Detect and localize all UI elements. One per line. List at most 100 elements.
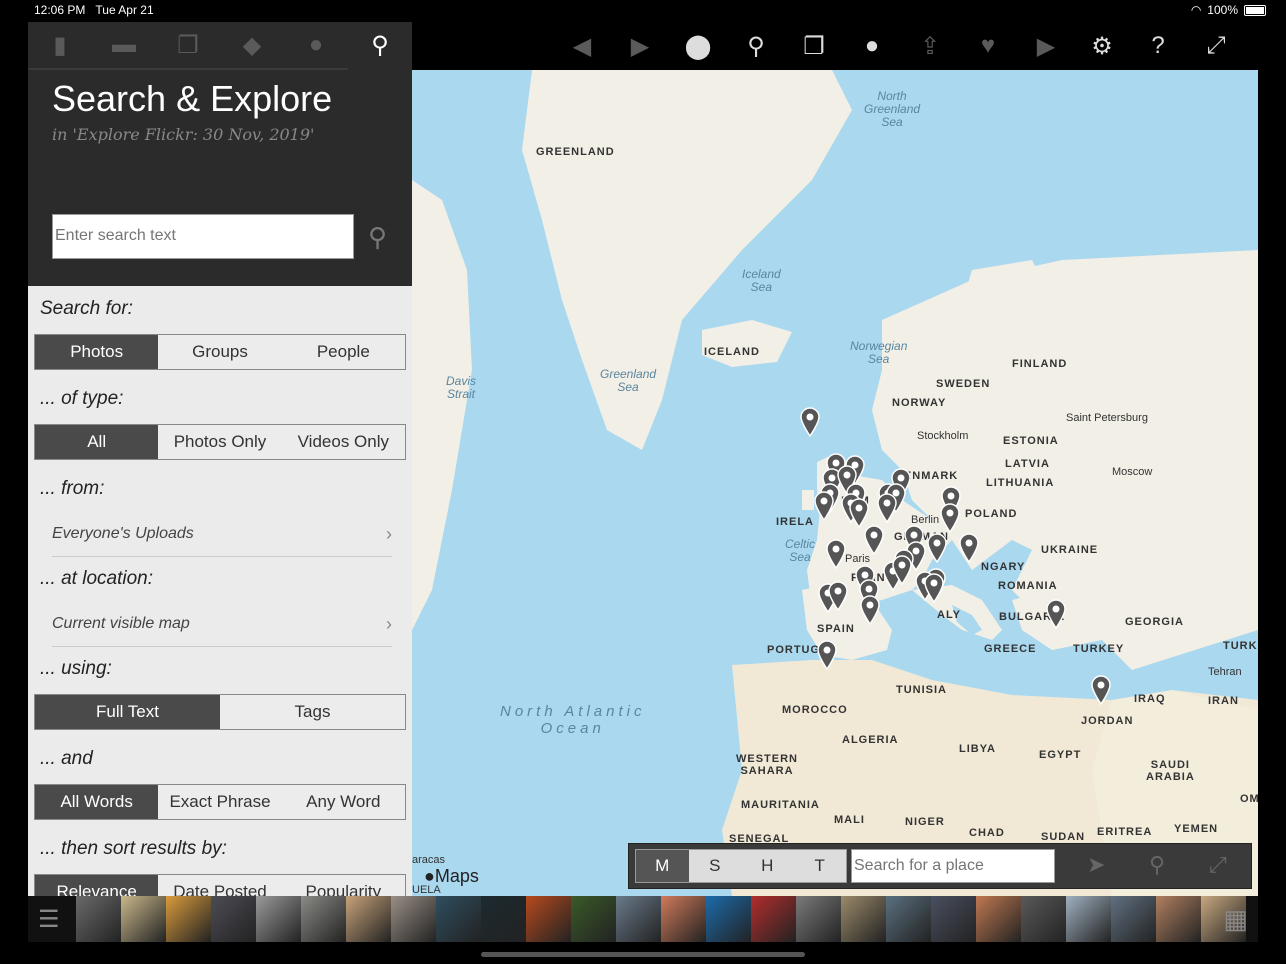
- map-label-tunisia: TUNISIA: [896, 684, 947, 696]
- photo-thumbnail[interactable]: [1021, 896, 1066, 942]
- apple-maps-attribution: ●Maps: [424, 866, 479, 886]
- location-arrow-icon[interactable]: ➤: [1087, 852, 1105, 878]
- type-segment: All Photos Only Videos Only: [34, 424, 406, 460]
- map-pin-icon[interactable]: [828, 581, 848, 611]
- search-submit-icon[interactable]: ⚲: [368, 222, 387, 253]
- sets-icon[interactable]: ❐: [156, 22, 220, 70]
- stats-icon[interactable]: ▮: [28, 22, 92, 70]
- photo-thumbnail[interactable]: [1111, 896, 1156, 942]
- person-icon[interactable]: ●: [284, 22, 348, 70]
- photo-thumbnail[interactable]: [796, 896, 841, 942]
- map-pin-icon[interactable]: [826, 539, 846, 569]
- photo-thumbnail[interactable]: [751, 896, 796, 942]
- sort-segment: Relevance Date Posted Popularity: [34, 874, 406, 896]
- segment-popularity[interactable]: Popularity: [282, 875, 405, 896]
- map-pin-icon[interactable]: [800, 407, 820, 437]
- photo-thumbnail[interactable]: [121, 896, 166, 942]
- map-pin-icon[interactable]: [877, 493, 897, 523]
- segment-videos-only[interactable]: Videos Only: [282, 425, 405, 459]
- map-pin-icon[interactable]: [849, 498, 869, 528]
- photo-thumbnail[interactable]: [661, 896, 706, 942]
- grid-icon[interactable]: ▦: [1223, 904, 1248, 935]
- search-icon[interactable]: ⚲: [348, 22, 412, 68]
- segment-all[interactable]: All: [35, 425, 159, 459]
- map-pin-icon[interactable]: [860, 595, 880, 625]
- map-type-hybrid[interactable]: H: [741, 850, 794, 882]
- photo-thumbnail[interactable]: [931, 896, 976, 942]
- heart-icon[interactable]: ♥: [972, 32, 1004, 60]
- status-bar: 12:06 PM Tue Apr 21 ◠ 100%: [0, 0, 1286, 22]
- photo-thumbnail[interactable]: [211, 896, 256, 942]
- help-icon[interactable]: ?: [1142, 32, 1174, 60]
- segment-groups[interactable]: Groups: [158, 335, 281, 369]
- map-pin-icon[interactable]: [1091, 675, 1111, 705]
- segment-date-posted[interactable]: Date Posted: [158, 875, 281, 896]
- photo-thumbnail[interactable]: [616, 896, 661, 942]
- segment-any-word[interactable]: Any Word: [282, 785, 405, 819]
- segment-tags[interactable]: Tags: [220, 695, 405, 729]
- segment-full-text[interactable]: Full Text: [35, 695, 220, 729]
- photo-thumbnail[interactable]: [436, 896, 481, 942]
- segment-photos[interactable]: Photos: [35, 335, 159, 369]
- search-input[interactable]: [53, 215, 347, 257]
- segment-relevance[interactable]: Relevance: [35, 875, 159, 896]
- map-type-standard[interactable]: M: [636, 850, 689, 882]
- map-expand-icon[interactable]: ⤢: [1209, 852, 1227, 878]
- map-label-sweden: SWEDEN: [936, 378, 991, 390]
- photo-thumbnail[interactable]: [166, 896, 211, 942]
- map-pin-icon[interactable]: [817, 640, 837, 670]
- photo-thumbnail[interactable]: [841, 896, 886, 942]
- photo-thumbnail[interactable]: [526, 896, 571, 942]
- photo-thumbnail[interactable]: [346, 896, 391, 942]
- location-row[interactable]: Current visible map ›: [52, 602, 392, 647]
- map-type-terrain[interactable]: T: [794, 850, 847, 882]
- from-row[interactable]: Everyone's Uploads ›: [52, 512, 392, 557]
- photo-thumbnail[interactable]: [391, 896, 436, 942]
- photo-thumbnail[interactable]: [1156, 896, 1201, 942]
- segment-people[interactable]: People: [282, 335, 405, 369]
- fullscreen-icon[interactable]: ⤢: [1200, 32, 1232, 60]
- photo-thumbnail[interactable]: [571, 896, 616, 942]
- map-type-satellite[interactable]: S: [689, 850, 742, 882]
- photo-thumbnail[interactable]: [976, 896, 1021, 942]
- map-pin-icon[interactable]: [1046, 599, 1066, 629]
- photo-thumbnail[interactable]: [301, 896, 346, 942]
- photo-thumbnail[interactable]: [481, 896, 526, 942]
- map-pin-icon[interactable]: [927, 533, 947, 563]
- photo-thumbnail[interactable]: [886, 896, 931, 942]
- segment-exact-phrase[interactable]: Exact Phrase: [158, 785, 281, 819]
- map-pin-icon[interactable]: [959, 533, 979, 563]
- sea-label-greenland-sea: Greenland Sea: [600, 367, 657, 394]
- menu-icon[interactable]: ☰: [38, 905, 60, 934]
- segment-photos-only[interactable]: Photos Only: [158, 425, 281, 459]
- map-pin-icon[interactable]: ⬤: [682, 32, 714, 61]
- back-arrow-icon[interactable]: ◀: [566, 32, 598, 61]
- map-label-norway: NORWAY: [892, 397, 947, 409]
- photo-thumbnail[interactable]: [706, 896, 751, 942]
- photo-thumbnail[interactable]: [76, 896, 121, 942]
- map-pin-icon[interactable]: [892, 555, 912, 585]
- forward-arrow-icon[interactable]: ▶: [624, 32, 656, 61]
- page-subtitle: in 'Explore Flickr: 30 Nov, 2019': [52, 125, 315, 144]
- segment-all-words[interactable]: All Words: [35, 785, 159, 819]
- map-search-icon[interactable]: ⚲: [1149, 852, 1165, 878]
- photo-thumbnail[interactable]: [1066, 896, 1111, 942]
- map-pin-icon[interactable]: [864, 525, 884, 555]
- map-view[interactable]: GREENLAND ICELAND FINLAND SWEDEN NORWAY ESTON…: [412, 70, 1258, 896]
- battery-icon: [1244, 4, 1266, 16]
- map-pin-icon[interactable]: [814, 491, 834, 521]
- play-icon[interactable]: ▶: [1030, 32, 1062, 61]
- tag-icon[interactable]: ◆: [220, 22, 284, 70]
- gear-icon[interactable]: ⚙: [1086, 32, 1118, 61]
- map-pin-icon[interactable]: [940, 503, 960, 533]
- share-icon[interactable]: ⇪: [914, 32, 946, 61]
- sea-label-north-greenland: North Greenland Sea: [864, 89, 921, 129]
- comments-icon[interactable]: ▬: [92, 22, 156, 70]
- place-search-input[interactable]: [852, 850, 1052, 882]
- map-pin-icon[interactable]: [924, 573, 944, 603]
- photo-thumbnail[interactable]: [256, 896, 301, 942]
- map-label-lithuania: LITHUANIA: [986, 477, 1055, 489]
- person-icon[interactable]: ●: [856, 32, 888, 60]
- copy-icon[interactable]: ❐: [798, 32, 830, 61]
- search-icon[interactable]: ⚲: [740, 32, 772, 61]
